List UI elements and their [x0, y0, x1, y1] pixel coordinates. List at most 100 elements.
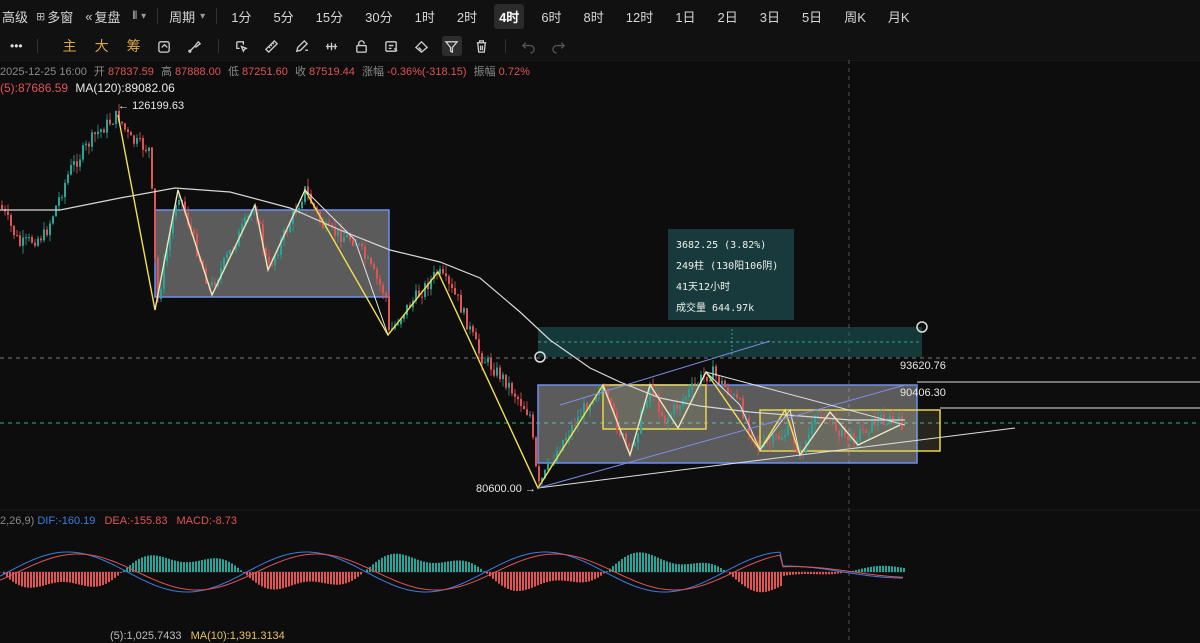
tab-timeframe[interactable]: 15分: [311, 4, 348, 29]
tab-timeframe[interactable]: 12时: [621, 4, 658, 29]
macd-histogram-bar: [63, 572, 65, 582]
macd-histogram-bar: [210, 558, 212, 572]
macd-histogram-bar: [456, 560, 458, 572]
replay-button[interactable]: 复盘: [94, 7, 120, 26]
macd-histogram-bar: [486, 572, 488, 574]
range-boxes[interactable]: [154, 209, 941, 464]
candle-body: [448, 276, 450, 284]
macd-histogram-bar: [75, 572, 77, 584]
candle-body: [736, 394, 738, 399]
chevron-down-icon[interactable]: ▾: [141, 11, 146, 22]
macd-histogram-bar: [417, 559, 419, 572]
macd-histogram-bar: [702, 562, 704, 572]
macd-histogram-bar: [177, 561, 179, 572]
measure-tooltip: 3682.25 (3.82%) 249柱 (130阳106阴) 41天12小时 …: [668, 229, 794, 320]
big-order-button[interactable]: 大: [95, 36, 109, 56]
price-chart[interactable]: [0, 60, 1200, 643]
multi-window-button[interactable]: 多窗: [47, 7, 73, 26]
macd-histogram-bar: [345, 572, 347, 584]
redo-icon[interactable]: [551, 38, 567, 54]
macd-histogram-bar: [642, 552, 644, 572]
divider: [36, 39, 38, 53]
macd-histogram-bar: [576, 572, 578, 583]
candle-body: [139, 138, 141, 140]
filter-icon[interactable]: [441, 36, 462, 56]
tab-timeframe[interactable]: 1时: [410, 4, 440, 29]
candle-body: [13, 225, 15, 236]
candle-body: [697, 383, 699, 385]
tab-timeframe[interactable]: 月K: [883, 4, 915, 29]
candle-body: [838, 430, 840, 437]
macd-histogram-bar: [756, 572, 758, 592]
tab-timeframe[interactable]: 6时: [536, 4, 566, 29]
macd-histogram-bar: [876, 566, 878, 572]
macd-histogram-bar: [606, 571, 608, 572]
macd-histogram-bar: [537, 572, 539, 586]
layers-icon[interactable]: [414, 38, 430, 54]
macd-histogram-bar: [813, 572, 815, 575]
main-indicator-button[interactable]: 主: [63, 36, 77, 56]
candlestick-type-icon[interactable]: ⫴: [133, 10, 138, 23]
macd-histogram-bar: [789, 572, 791, 576]
candle-body: [76, 161, 78, 167]
tab-timeframe[interactable]: 3日: [755, 4, 785, 29]
magnet-icon[interactable]: [384, 38, 400, 54]
candle-body: [826, 418, 828, 421]
period-chevron-icon[interactable]: ▾: [200, 11, 205, 22]
redo-draw-icon[interactable]: [157, 38, 173, 54]
candle-body: [865, 429, 867, 434]
tab-timeframe[interactable]: 5日: [797, 4, 827, 29]
candle-body: [133, 135, 135, 144]
chip-button[interactable]: 筹: [127, 36, 141, 56]
candle-body: [691, 383, 693, 390]
macd-value: MACD:-8.73: [176, 515, 238, 527]
tab-timeframe[interactable]: 5分: [268, 4, 298, 29]
macd-histogram-bar: [312, 572, 314, 582]
macd-histogram-bar: [747, 572, 749, 589]
candle-body: [130, 132, 132, 136]
select-icon[interactable]: [234, 38, 250, 54]
candle-body: [778, 435, 780, 440]
macd-histogram-bar: [531, 572, 533, 588]
pencil-icon[interactable]: [294, 38, 310, 54]
candle-body: [100, 129, 102, 132]
macd-histogram-bar: [435, 562, 437, 572]
period-menu[interactable]: 周期: [169, 7, 195, 26]
undo-icon[interactable]: [521, 38, 537, 54]
macd-histogram-bar: [54, 572, 56, 583]
candle-body: [340, 229, 342, 243]
more-button[interactable]: •••: [10, 39, 23, 53]
ruler-icon[interactable]: [264, 38, 280, 54]
macd-histogram-bar: [600, 572, 602, 576]
macd-histogram-bar: [219, 558, 221, 572]
candle-body: [547, 462, 549, 470]
macd-histogram-bar: [762, 572, 764, 593]
link-icon[interactable]: [324, 38, 340, 54]
arrow-left-icon: ←: [118, 100, 129, 112]
tab-timeframe[interactable]: 1日: [670, 4, 700, 29]
tab-timeframe[interactable]: 30分: [360, 4, 397, 29]
macd-histogram-bar: [426, 562, 428, 572]
candle-body: [253, 212, 255, 214]
tab-timeframe[interactable]: 2日: [712, 4, 742, 29]
grid-icon[interactable]: ⊞: [36, 10, 45, 23]
tab-timeframe[interactable]: 1分: [226, 4, 256, 29]
brush-icon[interactable]: [187, 38, 203, 54]
candle-body: [508, 383, 510, 388]
macd-histogram-bar: [387, 555, 389, 572]
tab-timeframe[interactable]: 周K: [839, 4, 871, 29]
tab-timeframe[interactable]: 4时: [494, 3, 525, 29]
macd-histogram-bar: [780, 572, 782, 587]
lock-icon[interactable]: [354, 38, 370, 54]
tab-timeframe[interactable]: 2时: [452, 4, 482, 29]
advanced-menu[interactable]: 高级: [2, 7, 28, 26]
macd-histogram-bar: [198, 560, 200, 572]
tab-timeframe[interactable]: 8时: [579, 4, 609, 29]
macd-histogram-bar: [429, 562, 431, 572]
macd-histogram-bar: [534, 572, 536, 587]
macd-histogram-bar: [240, 570, 242, 572]
candle-body: [451, 283, 453, 288]
candle-body: [466, 308, 468, 330]
replay-icon[interactable]: «: [85, 9, 92, 24]
trash-icon[interactable]: [474, 38, 490, 54]
